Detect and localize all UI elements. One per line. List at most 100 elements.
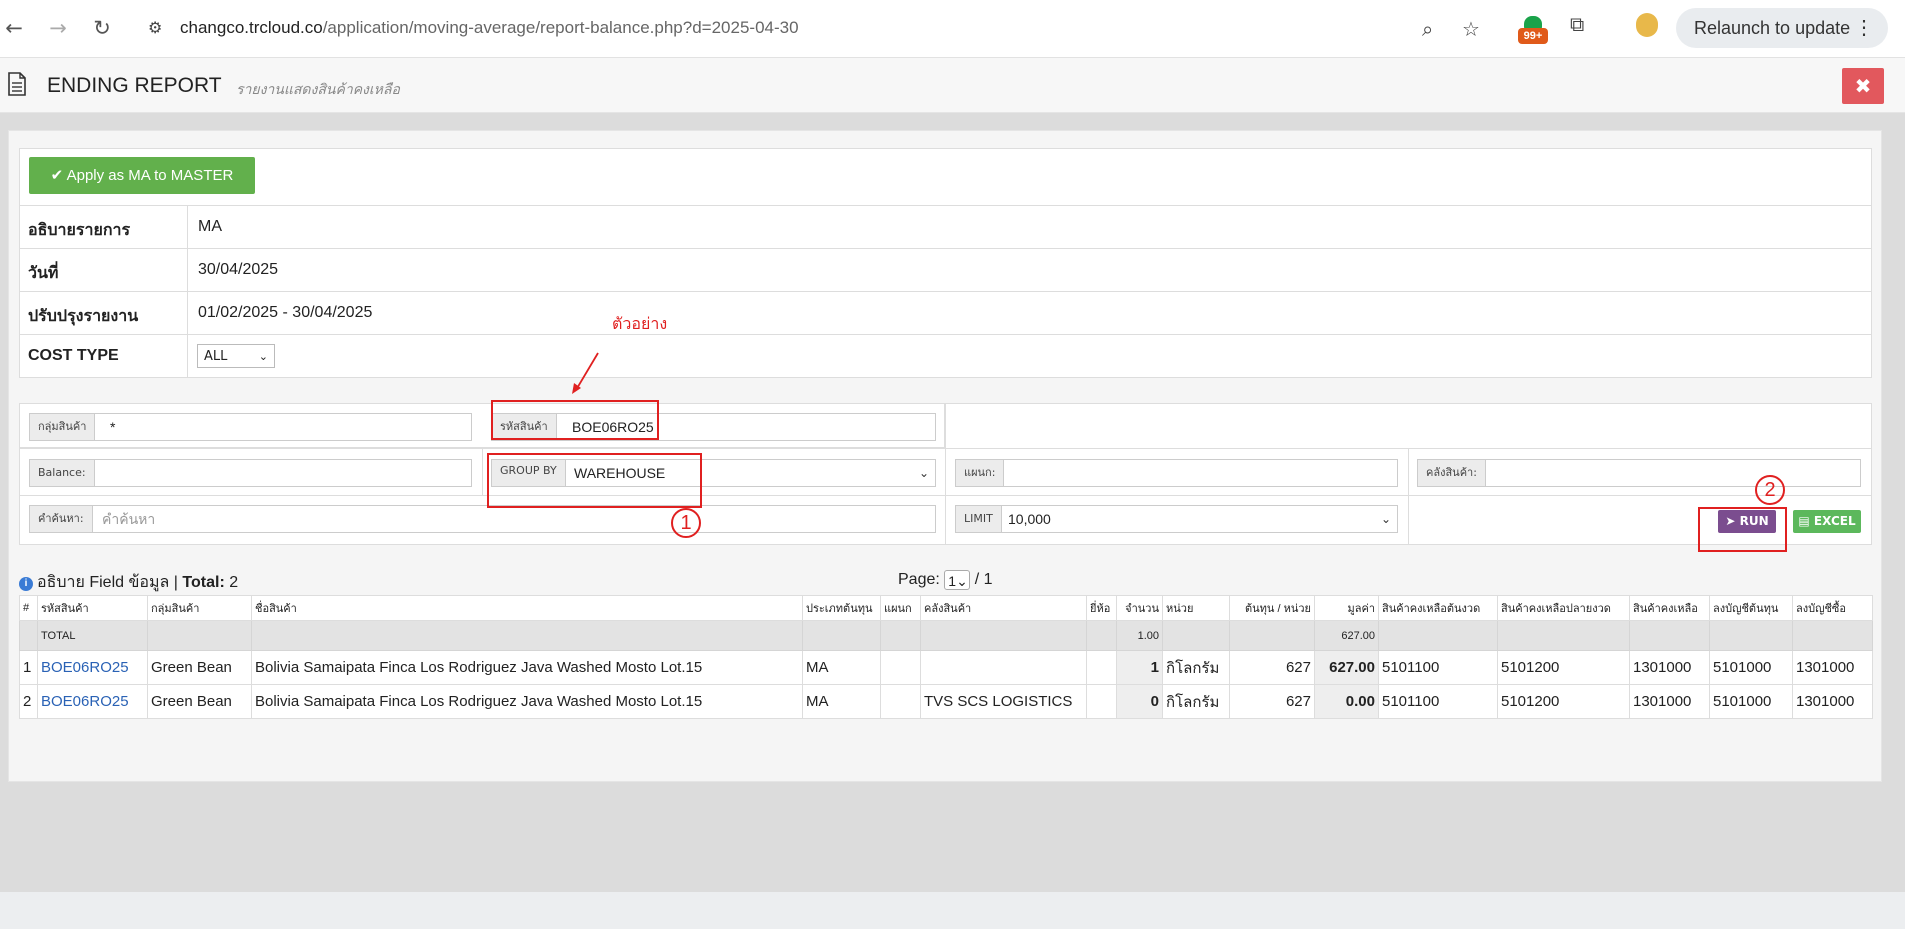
excel-button[interactable]: ▤ EXCEL bbox=[1793, 510, 1861, 533]
profile-avatar[interactable] bbox=[1636, 13, 1658, 37]
info-icon[interactable]: i bbox=[19, 577, 33, 591]
cost-account: 5101000 bbox=[1709, 684, 1793, 719]
footer-strip bbox=[0, 892, 1905, 929]
field-value[interactable]: 10,000 bbox=[1008, 506, 1051, 532]
col-header-code[interactable]: รหัสสินค้า bbox=[37, 595, 148, 621]
pager: Page: 1⌄ / 1 bbox=[898, 570, 993, 590]
info-row-update-range: ปรับปรุงรายงาน 01/02/2025 - 30/04/2025 bbox=[19, 291, 1872, 335]
page-header: ENDING REPORT รายงานแสดงสินค้าคงเหลือ bbox=[0, 58, 1905, 113]
total-value: 627.00 bbox=[1314, 620, 1379, 651]
total-label: TOTAL bbox=[37, 620, 148, 651]
annotation-example-text: ตัวอย่าง bbox=[612, 314, 668, 333]
col-header-qty[interactable]: จำนวน bbox=[1116, 595, 1163, 621]
info-value: 30/04/2025 bbox=[198, 261, 279, 278]
page-total: / 1 bbox=[974, 571, 993, 588]
reload-icon[interactable]: ↻ bbox=[88, 14, 116, 42]
stock-account: 1301000 bbox=[1629, 650, 1710, 685]
info-label: COST TYPE bbox=[28, 347, 119, 364]
department-field[interactable]: แผนก: bbox=[955, 459, 1398, 487]
forward-icon[interactable]: → bbox=[44, 14, 72, 42]
table-header-row: # รหัสสินค้า กลุ่มสินค้า ชื่อสินค้า ประเ… bbox=[19, 595, 1873, 621]
info-row-date: วันที่ 30/04/2025 bbox=[19, 248, 1872, 292]
address-bar[interactable]: ⚙ changco.trcloud.co/application/moving-… bbox=[136, 8, 1502, 48]
annotation-step-1: 1 bbox=[671, 508, 701, 538]
brand bbox=[1086, 684, 1117, 719]
col-header-unit[interactable]: หน่วย bbox=[1162, 595, 1230, 621]
page-select[interactable]: 1⌄ bbox=[944, 570, 971, 590]
search-input[interactable]: คำค้นหา bbox=[102, 506, 155, 532]
url-text[interactable]: changco.trcloud.co/application/moving-av… bbox=[180, 18, 799, 38]
cost-type: MA bbox=[802, 650, 881, 685]
col-header-stock[interactable]: สินค้าคงเหลือ bbox=[1629, 595, 1710, 621]
col-header-begin[interactable]: สินค้าคงเหลือต้นงวด bbox=[1378, 595, 1498, 621]
value: 0.00 bbox=[1314, 684, 1379, 719]
balance-field[interactable]: Balance: bbox=[29, 459, 472, 487]
bookmark-star-icon[interactable]: ☆ bbox=[1462, 17, 1480, 41]
product-name: Bolivia Samaipata Finca Los Rodriguez Ja… bbox=[251, 650, 803, 685]
extensions-puzzle-icon[interactable]: ⧉ bbox=[1570, 12, 1584, 36]
field-label: กลุ่มสินค้า bbox=[30, 414, 96, 440]
apply-ma-button[interactable]: ✔ Apply as MA to MASTER bbox=[29, 157, 255, 194]
field-value[interactable]: * bbox=[110, 414, 115, 440]
close-button[interactable]: ✖ bbox=[1842, 68, 1884, 104]
info-label: ปรับปรุงรายงาน bbox=[28, 308, 139, 325]
field-label: แผนก: bbox=[956, 460, 1005, 486]
cost-type: MA bbox=[802, 684, 881, 719]
site-settings-icon[interactable]: ⚙ bbox=[148, 18, 162, 37]
field-label: Balance: bbox=[30, 460, 95, 486]
begin-account: 5101100 bbox=[1378, 684, 1498, 719]
col-header-purchase-acc[interactable]: ลงบัญชีซื้อ bbox=[1792, 595, 1873, 621]
info-value: 01/02/2025 - 30/04/2025 bbox=[198, 304, 373, 321]
annotation-box-run bbox=[1698, 507, 1787, 552]
col-header-no[interactable]: # bbox=[19, 595, 38, 621]
col-header-group[interactable]: กลุ่มสินค้า bbox=[147, 595, 252, 621]
brand bbox=[1086, 650, 1117, 685]
col-header-name[interactable]: ชื่อสินค้า bbox=[251, 595, 803, 621]
warehouse-field[interactable]: คลังสินค้า: bbox=[1417, 459, 1861, 487]
col-header-dept[interactable]: แผนก bbox=[880, 595, 921, 621]
total-row: TOTAL 1.00 627.00 bbox=[19, 620, 1873, 651]
back-icon[interactable]: ← bbox=[0, 14, 28, 42]
product-code-link[interactable]: BOE06RO25 bbox=[41, 659, 129, 676]
extension-badge-icon[interactable]: 99+ bbox=[1518, 16, 1548, 44]
total-label: Total: bbox=[182, 574, 225, 591]
search-field[interactable]: คำค้นหา: คำค้นหา bbox=[29, 505, 936, 533]
product-name: Bolivia Samaipata Finca Los Rodriguez Ja… bbox=[251, 684, 803, 719]
field-description-link[interactable]: อธิบาย Field ข้อมูล bbox=[37, 574, 169, 591]
col-header-unit-cost[interactable]: ต้นทุน / หน่วย bbox=[1229, 595, 1315, 621]
unit: กิโลกรัม bbox=[1162, 650, 1230, 685]
col-header-cost-acc[interactable]: ลงบัญชีต้นทุน bbox=[1709, 595, 1793, 621]
product-group-field[interactable]: กลุ่มสินค้า * bbox=[29, 413, 472, 441]
row-no: 2 bbox=[19, 684, 38, 719]
begin-account: 5101100 bbox=[1378, 650, 1498, 685]
end-account: 5101200 bbox=[1497, 650, 1630, 685]
report-table: # รหัสสินค้า กลุ่มสินค้า ชื่อสินค้า ประเ… bbox=[19, 595, 1873, 719]
annotation-arrow-icon bbox=[572, 352, 599, 394]
table-row: 2 BOE06RO25 Green Bean Bolivia Samaipata… bbox=[19, 684, 1873, 719]
unit-cost: 627 bbox=[1229, 684, 1315, 719]
department bbox=[880, 650, 921, 685]
cost-type-select[interactable]: ALL ⌄ bbox=[197, 344, 275, 368]
menu-dots-icon[interactable]: ⋮ bbox=[1854, 8, 1874, 48]
total-count: 2 bbox=[229, 574, 239, 591]
table-row: 1 BOE06RO25 Green Bean Bolivia Samaipata… bbox=[19, 650, 1873, 685]
quantity: 0 bbox=[1116, 684, 1163, 719]
value: 627.00 bbox=[1314, 650, 1379, 685]
col-header-value[interactable]: มูลค่า bbox=[1314, 595, 1379, 621]
col-header-cost-type[interactable]: ประเภทต้นทุน bbox=[802, 595, 881, 621]
relaunch-button[interactable]: Relaunch to update ⋮ bbox=[1676, 8, 1888, 48]
limit-select[interactable]: LIMIT 10,000 ⌄ bbox=[955, 505, 1398, 533]
quantity: 1 bbox=[1116, 650, 1163, 685]
info-label: อธิบายรายการ bbox=[28, 222, 131, 239]
unit-cost: 627 bbox=[1229, 650, 1315, 685]
page-title: ENDING REPORT bbox=[47, 74, 222, 97]
product-code-link[interactable]: BOE06RO25 bbox=[41, 693, 129, 710]
zoom-icon[interactable]: ⌕ bbox=[1422, 17, 1433, 41]
browser-toolbar: ← → ↻ ⚙ changco.trcloud.co/application/m… bbox=[0, 0, 1905, 58]
info-label: วันที่ bbox=[28, 265, 59, 282]
col-header-end[interactable]: สินค้าคงเหลือปลายงวด bbox=[1497, 595, 1630, 621]
col-header-brand[interactable]: ยี่ห้อ bbox=[1086, 595, 1117, 621]
info-value: MA bbox=[198, 218, 222, 235]
row-no: 1 bbox=[19, 650, 38, 685]
col-header-warehouse[interactable]: คลังสินค้า bbox=[920, 595, 1087, 621]
